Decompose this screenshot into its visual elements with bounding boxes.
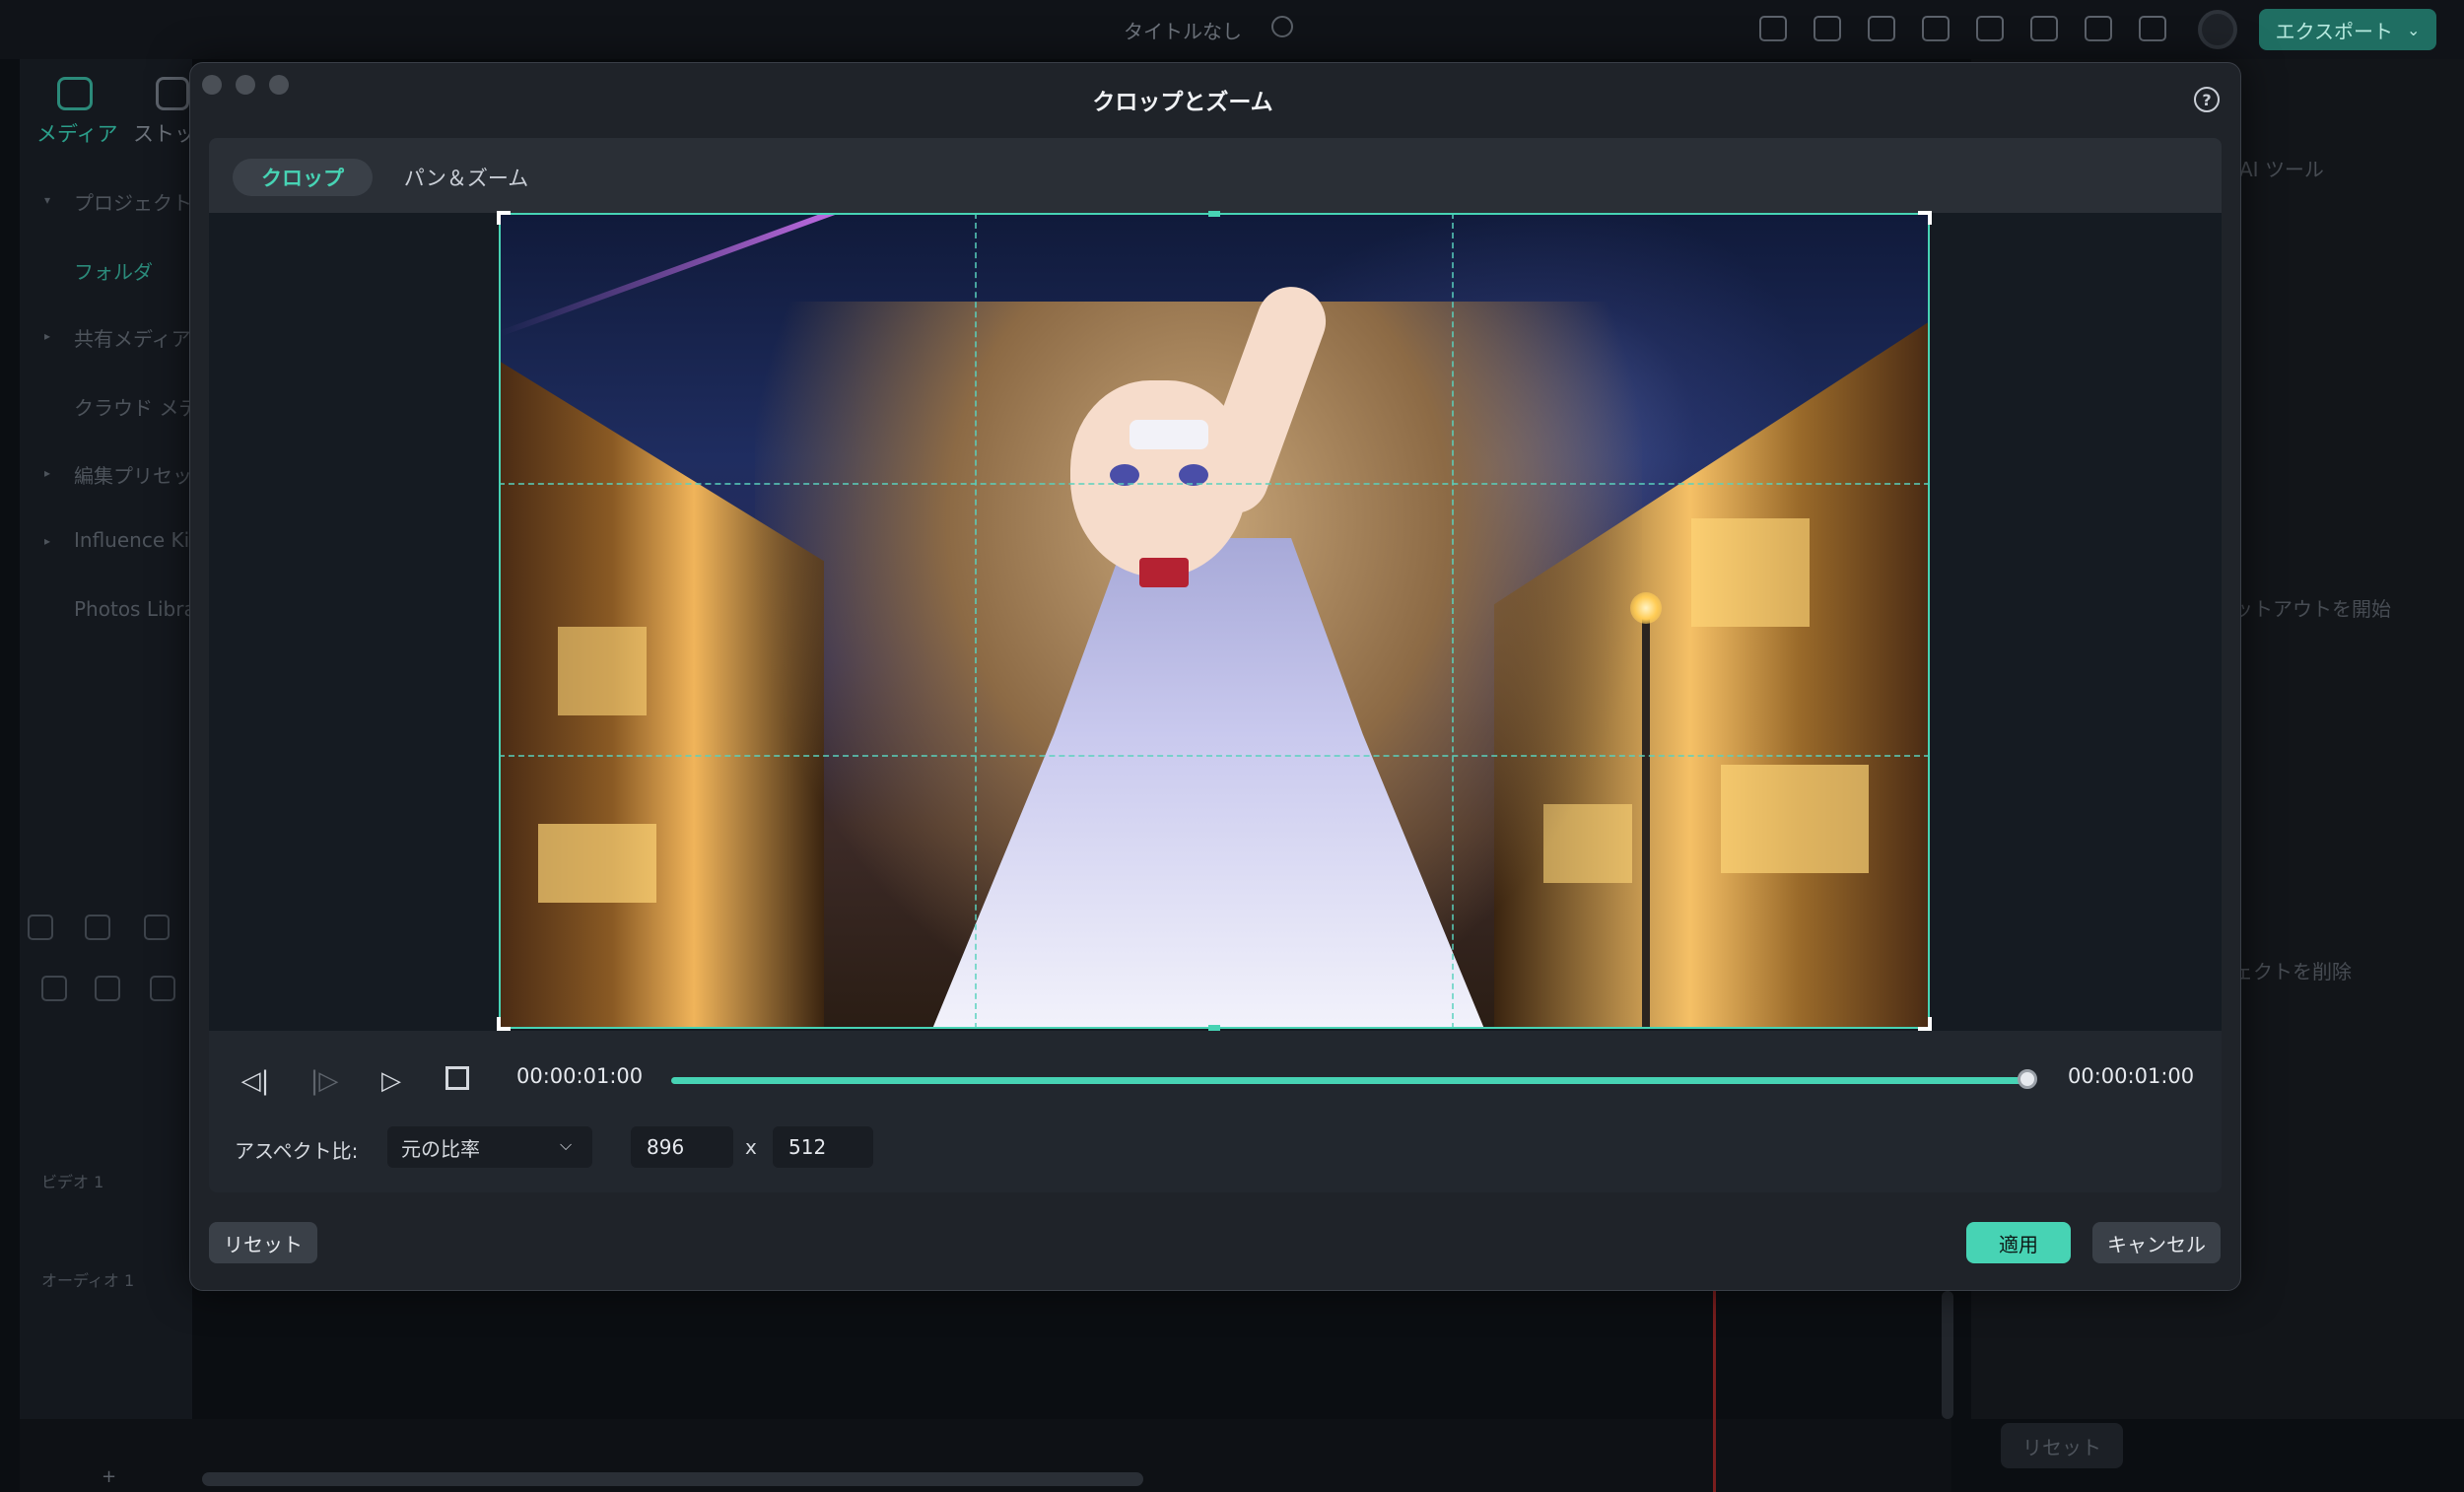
help-icon[interactable]: ? [2194,87,2220,112]
sidebar-item-project[interactable]: プロジェクト [74,187,192,216]
add-track-icon[interactable]: + [102,1466,116,1487]
crop-handle-top-right[interactable] [1918,211,1932,225]
crop-handle-bottom-right[interactable] [1918,1017,1932,1031]
progress-fill [671,1077,2029,1084]
window-minimize-icon[interactable] [236,75,255,95]
tab-pan-zoom[interactable]: パン＆ズーム [392,159,540,196]
play-icon[interactable]: ▷ [375,1064,408,1098]
crop-handle-bottom-left[interactable] [497,1017,511,1031]
track-manager-icon[interactable] [150,976,175,1001]
undo-icon[interactable] [144,915,170,940]
height-field[interactable]: 512 [773,1126,873,1168]
track-label-video: ビデオ 1 [41,1173,104,1191]
track-label-audio: オーディオ 1 [41,1271,135,1290]
expand-triangle-icon[interactable]: ▸ [44,466,50,480]
sidebar-item-presets[interactable]: 編集プリセッ [74,460,192,489]
project-title[interactable]: タイトルなし [1124,16,1242,44]
headset-icon[interactable] [2085,16,2112,41]
expand-triangle-icon[interactable]: ▸ [44,329,50,343]
panel-reset-button[interactable]: リセット [2001,1423,2123,1468]
saved-check-icon [1271,16,1293,37]
stop-icon[interactable] [445,1066,469,1090]
player-controls [209,1031,2222,1192]
media-icon[interactable] [57,77,93,110]
group-icon[interactable] [95,976,120,1001]
tab-media[interactable]: メディア [36,118,118,148]
sidebar-item-influence-kit[interactable]: Influence Ki [74,528,189,552]
expand-triangle-icon[interactable]: ▾ [44,193,50,207]
width-field[interactable]: 896 [631,1126,733,1168]
apps-grid-icon[interactable] [2139,16,2166,41]
window-close-icon[interactable] [202,75,222,95]
tab-crop[interactable]: クロップ [233,159,373,196]
gift-icon[interactable] [1759,16,1787,41]
crop-handle-top[interactable] [1208,211,1220,217]
prev-frame-icon[interactable]: ◁| [239,1064,272,1098]
sidebar-item-folder[interactable]: フォルダ [74,256,153,285]
unlink-icon[interactable] [41,976,67,1001]
sidebar-item-photos-library[interactable]: Photos Libra [74,597,196,621]
playhead[interactable] [1713,1291,1716,1492]
dialog-title: クロップとズーム [1092,90,1273,115]
current-timecode: 00:00:01:00 [516,1064,644,1088]
expand-triangle-icon[interactable]: ▸ [44,534,50,548]
apply-button[interactable]: 適用 [1966,1222,2071,1263]
tab-stock[interactable]: ストッ [133,118,195,148]
export-label: エクスポート [2275,19,2393,43]
avatar[interactable] [2198,10,2237,49]
sidebar-item-shared-media[interactable]: 共有メディア [74,323,191,352]
next-frame-icon[interactable]: |▷ [308,1064,341,1098]
aspect-ratio-value: 元の比率 [401,1136,480,1161]
aspect-ratio-label: アスペクト比: [235,1139,359,1163]
dimension-separator: x [745,1135,757,1159]
grid-icon[interactable] [28,915,53,940]
task-icon[interactable] [1868,16,1895,41]
cutout-start-label[interactable]: ットアウトを開始 [2233,593,2391,622]
vertical-scrollbar[interactable] [1942,1291,1953,1419]
chevron-down-icon: ⌄ [2407,20,2421,39]
timeline-scrollbar[interactable] [202,1472,1143,1486]
window-zoom-icon[interactable] [269,75,289,95]
ai-tools-tab[interactable]: AI ツール [2239,154,2324,182]
export-button[interactable]: エクスポート ⌄ [2259,9,2436,50]
stock-icon[interactable] [156,77,189,110]
crop-box[interactable] [499,213,1930,1029]
reset-button[interactable]: リセット [209,1222,317,1263]
sidebar-item-cloud-media[interactable]: クラウド メデ [74,392,198,421]
cloud-icon[interactable] [2030,16,2058,41]
layout-icon[interactable] [1922,16,1950,41]
total-timecode: 00:00:01:00 [2068,1064,2195,1088]
progress-handle[interactable] [2018,1069,2037,1089]
save-icon[interactable] [1976,16,2004,41]
cancel-button[interactable]: キャンセル [2092,1222,2221,1263]
chevron-down-icon[interactable]: ⌵ [560,1135,572,1155]
send-icon[interactable] [1814,16,1841,41]
crop-handle-top-left[interactable] [497,211,511,225]
delete-effect-label[interactable]: ェクトを削除 [2233,956,2352,984]
select-tool-icon[interactable] [85,915,110,940]
